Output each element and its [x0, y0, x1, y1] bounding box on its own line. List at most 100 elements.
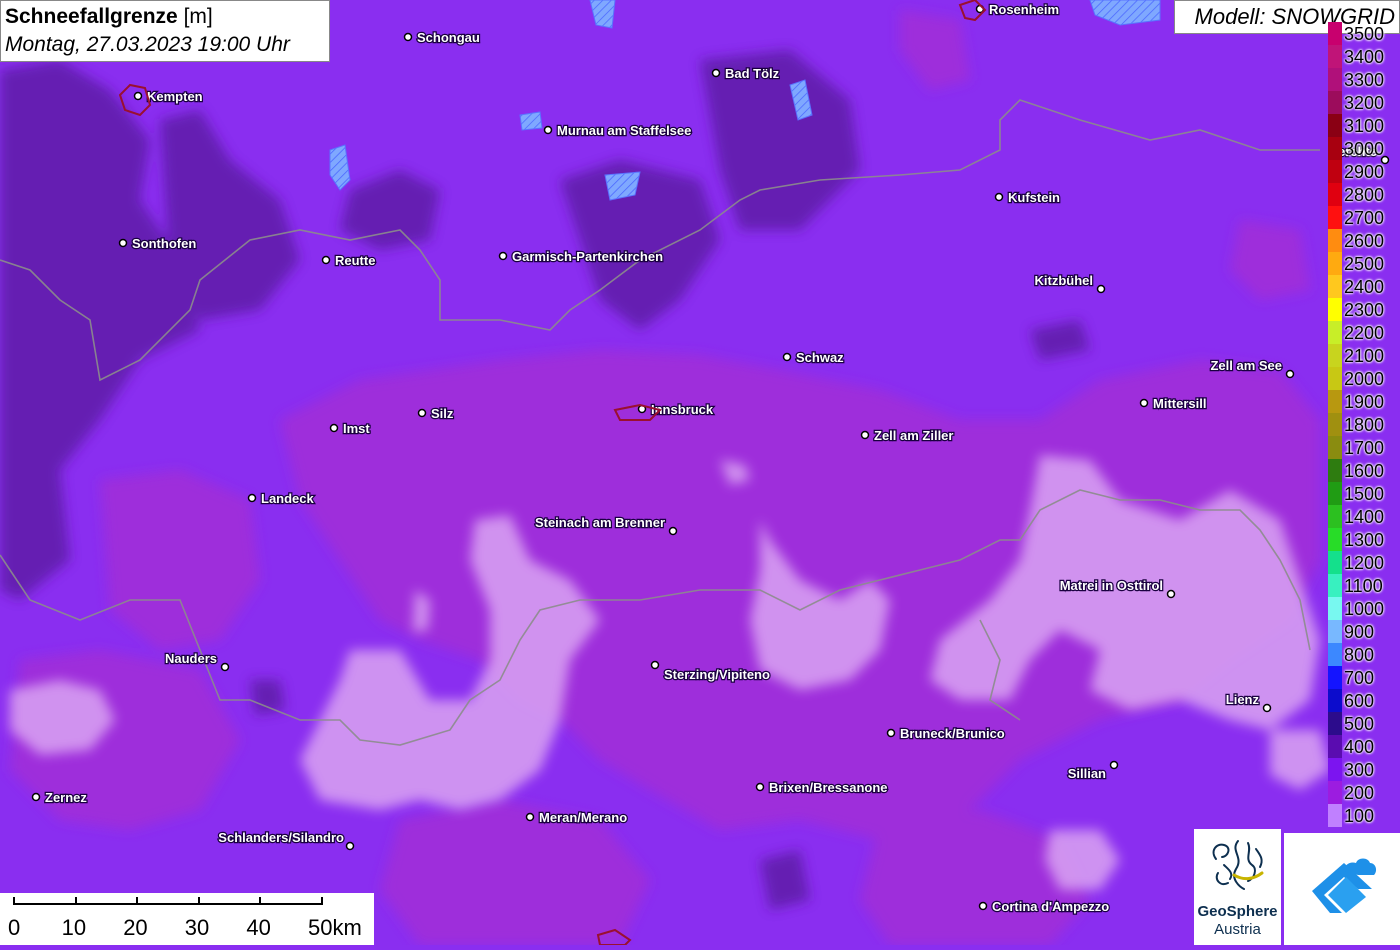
legend-label: 600	[1344, 691, 1375, 711]
scale-label: 10	[61, 915, 87, 940]
legend-item: 600	[1328, 689, 1400, 712]
city-label: Schwaz	[796, 350, 844, 365]
city-label: Rosenheim	[989, 2, 1059, 17]
legend-swatch	[1328, 781, 1342, 804]
city-rosenheim: Rosenheim	[975, 1, 1060, 18]
legend-swatch	[1328, 22, 1342, 45]
legend-item: 2100	[1328, 344, 1400, 367]
city-dot	[133, 91, 143, 101]
city-label: Garmisch-Partenkirchen	[512, 249, 663, 264]
map-title: Schneefallgrenze [m]	[5, 3, 325, 31]
legend-label: 3000	[1344, 139, 1385, 159]
legend-item: 1600	[1328, 459, 1400, 482]
city-dot	[543, 125, 553, 135]
legend-item: 2000	[1328, 367, 1400, 390]
scale-tick	[13, 897, 15, 905]
city-label: Sonthofen	[132, 236, 196, 251]
snowfall-line-map: Rosenheim Schongau Kempten Bad Tölz Murnau a…	[0, 0, 1400, 945]
city-dot	[860, 430, 870, 440]
city-murnau-am-staffelsee: Murnau am Staffelsee	[543, 122, 693, 139]
geosphere-logo-line2: Austria	[1214, 921, 1261, 938]
legend-swatch	[1328, 137, 1342, 160]
city-dot	[1262, 703, 1272, 713]
city-label: Kitzbühel	[1035, 273, 1094, 288]
legend-item: 3200	[1328, 91, 1400, 114]
legend-swatch	[1328, 735, 1342, 758]
legend-label: 2100	[1344, 346, 1385, 366]
scale-label: 0	[8, 915, 21, 940]
legend-swatch	[1328, 505, 1342, 528]
city-zell-am-ziller: Zell am Ziller	[860, 427, 955, 444]
city-dot	[329, 423, 339, 433]
city-dot	[782, 352, 792, 362]
legend-item: 2600	[1328, 229, 1400, 252]
legend-label: 2500	[1344, 254, 1385, 274]
legend-label: 400	[1344, 737, 1375, 757]
city-dot	[978, 901, 988, 911]
legend-swatch	[1328, 689, 1342, 712]
city-label: Murnau am Staffelsee	[557, 123, 691, 138]
legend-swatch	[1328, 229, 1342, 252]
city-label: Bruneck/Brunico	[900, 726, 1005, 741]
legend-swatch	[1328, 574, 1342, 597]
city-dot	[886, 728, 896, 738]
scale-tick	[321, 897, 323, 905]
legend-item: 300	[1328, 758, 1400, 781]
legend-item: 1300	[1328, 528, 1400, 551]
city-label: Mittersill	[1153, 396, 1206, 411]
scale-tick	[136, 897, 139, 905]
city-label: Reutte	[335, 253, 375, 268]
legend-item: 2400	[1328, 275, 1400, 298]
legend-item: 2300	[1328, 298, 1400, 321]
geosphere-emblem-icon	[1212, 840, 1264, 890]
city-dot	[994, 192, 1004, 202]
legend-item: 3500	[1328, 22, 1400, 45]
legend-label: 1100	[1344, 576, 1383, 596]
city-label: Steinach am Brenner	[535, 515, 665, 530]
geosphere-logo: GeoSphere Austria	[1194, 829, 1281, 945]
map-title-main: Schneefallgrenze	[5, 5, 178, 28]
legend-item: 1100	[1328, 574, 1400, 597]
legend-swatch	[1328, 68, 1342, 91]
city-bruneck-brunico: Bruneck/Brunico	[886, 725, 1006, 742]
legend-item: 1900	[1328, 390, 1400, 413]
legend-swatch	[1328, 413, 1342, 436]
legend-label: 1500	[1344, 484, 1385, 504]
legend-swatch	[1328, 114, 1342, 137]
geosphere-logo-line1: GeoSphere	[1197, 903, 1278, 920]
legend-label: 3100	[1344, 116, 1385, 136]
legend-label: 3400	[1344, 47, 1385, 67]
legend-label: 900	[1344, 622, 1375, 642]
legend-swatch	[1328, 597, 1342, 620]
scale-bar: 0 10 20 30 40 50km	[0, 893, 374, 945]
city-dot	[650, 660, 660, 670]
legend-swatch	[1328, 712, 1342, 735]
city-dot	[220, 662, 230, 672]
legend-label: 2000	[1344, 369, 1385, 389]
city-dot	[1166, 589, 1176, 599]
legend-label: 3200	[1344, 93, 1385, 113]
city-label: Nauders	[165, 651, 217, 666]
legend-label: 2600	[1344, 231, 1385, 251]
city-brixen-bressanone: Brixen/Bressanone	[755, 779, 889, 796]
scale-label: 30	[184, 915, 210, 940]
legend-item: 200	[1328, 781, 1400, 804]
legend-item: 1800	[1328, 413, 1400, 436]
legend-label: 100	[1344, 806, 1375, 826]
legend-swatch	[1328, 620, 1342, 643]
legend-swatch	[1328, 551, 1342, 574]
city-dot	[321, 255, 331, 265]
legend-item: 1200	[1328, 551, 1400, 574]
scale-label: 40	[246, 915, 271, 940]
legend-swatch	[1328, 344, 1342, 367]
city-dot	[417, 408, 427, 418]
city-label: Kempten	[147, 89, 203, 104]
legend-item: 100	[1328, 804, 1400, 827]
legend-swatch	[1328, 45, 1342, 68]
city-label: Lienz	[1226, 692, 1260, 707]
map-title-unit: [m]	[183, 5, 213, 28]
legend-item: 2700	[1328, 206, 1400, 229]
weather-app-logo	[1284, 833, 1400, 945]
city-label: Zell am See	[1210, 358, 1282, 373]
city-label: Bad Tölz	[725, 66, 780, 81]
